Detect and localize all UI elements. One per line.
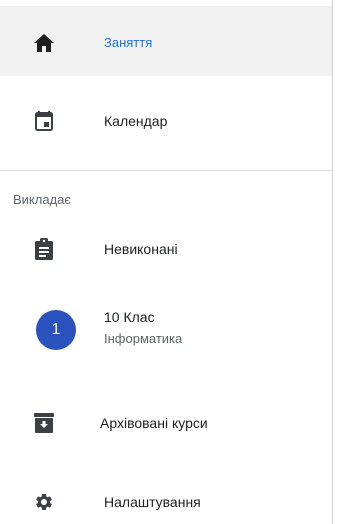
divider xyxy=(0,170,332,171)
drawer-item-to-review[interactable]: Невиконані xyxy=(0,214,332,284)
drawer-item-label: Архівовані курси xyxy=(100,415,208,431)
class-title: 10 Клас xyxy=(104,309,155,325)
gear-icon xyxy=(32,490,56,514)
calendar-icon xyxy=(32,109,56,133)
navigation-drawer: Заняття Календар Викладає Невиконані 1 1… xyxy=(0,0,333,524)
drawer-item-label: Календар xyxy=(104,113,168,129)
home-icon xyxy=(32,31,56,55)
drawer-item-label: Заняття xyxy=(104,35,153,50)
drawer-item-label: Налаштування xyxy=(104,494,201,510)
section-heading-teaching: Викладає xyxy=(13,192,72,207)
class-subtitle: Інформатика xyxy=(104,331,183,346)
assignment-icon xyxy=(32,237,56,261)
archive-icon xyxy=(32,411,56,435)
drawer-item-calendar[interactable]: Календар xyxy=(0,86,332,156)
class-avatar: 1 xyxy=(36,310,76,350)
screen: Заняття Календар Викладає Невиконані 1 1… xyxy=(0,0,337,524)
drawer-item-classes[interactable]: Заняття xyxy=(0,6,332,76)
drawer-item-settings[interactable]: Налаштування xyxy=(0,466,332,524)
drawer-item-archived[interactable]: Архівовані курси xyxy=(0,388,332,458)
drawer-item-label: Невиконані xyxy=(104,241,178,257)
